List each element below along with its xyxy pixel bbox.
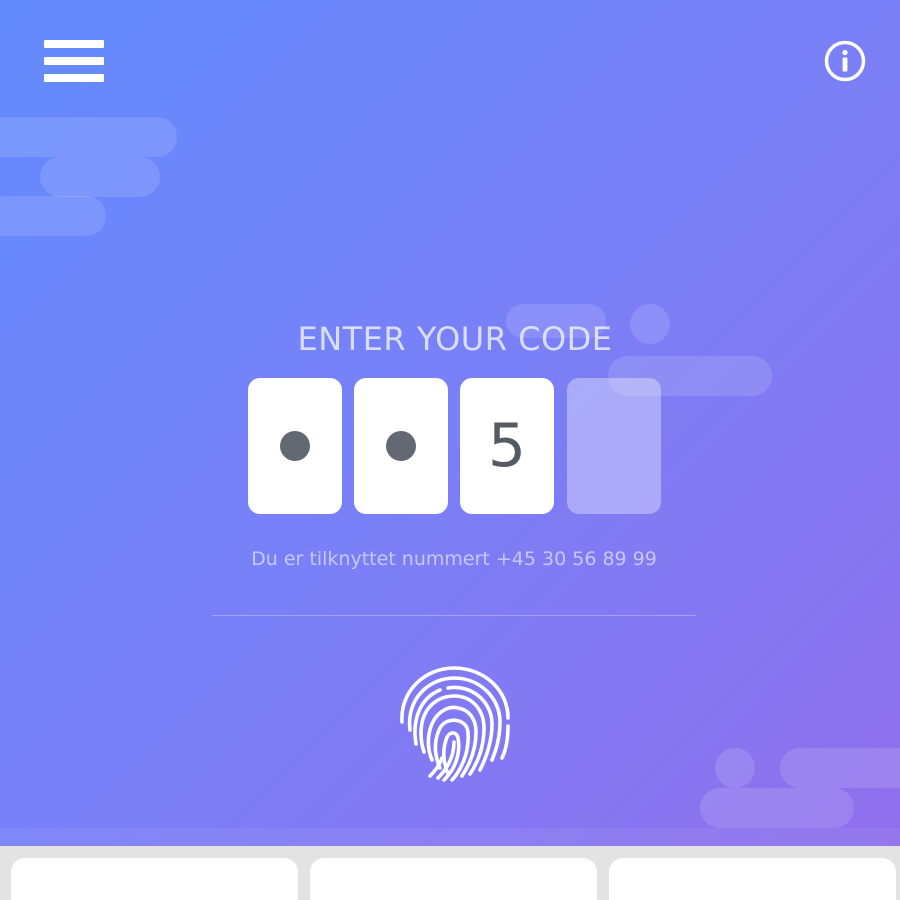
fingerprint-icon[interactable] [390,660,520,786]
bottom-card[interactable] [310,858,597,900]
phone-number-info: Du er tilknyttet nummert +45 30 56 89 99 [251,548,657,570]
code-input-row[interactable]: 5 [248,378,668,514]
hamburger-menu-icon[interactable] [44,40,104,82]
code-digit-value: 5 [487,411,527,481]
code-digit-box[interactable] [248,378,342,514]
masked-digit-dot [280,431,310,461]
page-title: ENTER YOUR CODE [297,320,613,358]
code-digit-box[interactable]: 5 [460,378,554,514]
decorative-cloud [715,748,755,788]
bottom-card[interactable] [11,858,298,900]
hero-panel: ENTER YOUR CODE 5 Du er tilknyttet numme… [0,0,900,846]
info-icon[interactable] [824,40,866,82]
menu-bar [44,40,104,48]
decorative-cloud [700,788,854,828]
menu-bar [44,74,104,82]
screen: ENTER YOUR CODE 5 Du er tilknyttet numme… [0,0,900,900]
masked-digit-dot [386,431,416,461]
code-digit-box[interactable] [354,378,448,514]
decorative-cloud [780,748,900,788]
decorative-cloud [0,196,106,236]
divider [212,615,696,616]
decorative-band [0,828,900,846]
decorative-cloud [0,117,177,157]
decorative-cloud [40,157,160,197]
menu-bar [44,57,104,65]
code-digit-box-empty[interactable] [567,378,661,514]
bottom-card[interactable] [609,858,896,900]
